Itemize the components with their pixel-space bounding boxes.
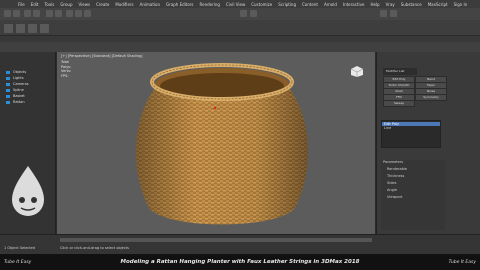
undo-icon[interactable] — [4, 10, 11, 17]
status-bar: 1 Object Selected Click or click-and-dra… — [0, 234, 480, 254]
scene-explorer: Objects Lights Cameras Spline Basket Rat… — [0, 52, 56, 234]
render-icon[interactable] — [390, 10, 397, 17]
channel-brand-right: Tube It Easy — [448, 259, 476, 265]
parameters-rollout: Parameters Renderable Thickness Sides An… — [381, 160, 445, 230]
link-icon[interactable] — [24, 10, 31, 17]
menu-item-content[interactable]: Content — [302, 2, 318, 7]
viewport-stats: Total Polys: Verts: FPS: — [61, 60, 72, 78]
scene-item[interactable]: Cameras — [6, 82, 58, 87]
rotate-icon[interactable] — [75, 10, 82, 17]
object-icon — [6, 83, 10, 86]
scene-item[interactable]: Basket — [6, 94, 58, 99]
menu-bar: File Edit Tools Group Views Create Modif… — [0, 0, 480, 8]
menu-item-modifiers[interactable]: Modifiers — [115, 2, 133, 7]
menu-item-animation[interactable]: Animation — [140, 2, 160, 7]
menu-item-views[interactable]: Views — [79, 2, 91, 7]
video-caption-bar: Tube It Easy Modeling a Rattan Hanging P… — [0, 254, 480, 270]
angle-snap-icon[interactable] — [250, 10, 257, 17]
scale-icon[interactable] — [84, 10, 91, 17]
menu-item-civil-view[interactable]: Civil View — [226, 2, 245, 7]
scene-item[interactable]: Lights — [6, 76, 58, 81]
main-toolbar — [0, 8, 480, 20]
modifier-stack[interactable]: Edit Poly Line — [381, 120, 441, 148]
sign-in-link[interactable]: Sign In — [454, 2, 468, 7]
command-panel: Modifier List Edit Poly Turbo Smooth She… — [376, 52, 480, 234]
menu-item-vray[interactable]: Vray — [386, 2, 395, 7]
menu-item-rendering[interactable]: Rendering — [200, 2, 220, 7]
freeform-icon[interactable] — [16, 24, 25, 33]
object-icon — [6, 77, 10, 80]
modifier-button[interactable]: Symmetry — [415, 94, 447, 101]
prompt-hint: Click or click-and-drag to select object… — [60, 246, 129, 250]
ribbon-panel — [0, 42, 480, 52]
selection-status: 1 Object Selected — [4, 246, 36, 250]
move-icon[interactable] — [66, 10, 73, 17]
unlink-icon[interactable] — [33, 10, 40, 17]
redo-icon[interactable] — [13, 10, 20, 17]
perspective-viewport[interactable]: [+] [Perspective] [Standard] [Default Sh… — [57, 52, 375, 234]
menu-item-help[interactable]: Help — [370, 2, 379, 7]
menu-item-arnold[interactable]: Arnold — [324, 2, 337, 7]
menu-item-maxscript[interactable]: MaxScript — [428, 2, 448, 7]
object-icon — [6, 95, 10, 98]
secondary-toolbar — [0, 20, 480, 36]
channel-brand-left: Tube It Easy — [4, 259, 32, 265]
scene-item[interactable]: Rattan — [6, 100, 58, 105]
viewcube-icon[interactable] — [349, 64, 365, 78]
object-icon — [6, 71, 10, 74]
scene-item[interactable]: Objects — [6, 70, 58, 75]
object-icon — [6, 101, 10, 104]
scene-item[interactable]: Spline — [6, 88, 58, 93]
rattan-basket[interactable] — [127, 58, 317, 234]
timeline-slider[interactable] — [60, 238, 372, 242]
menu-item-scripting[interactable]: Scripting — [278, 2, 296, 7]
menu-item-interactive[interactable]: Interactive — [343, 2, 365, 7]
snap-icon[interactable] — [240, 10, 247, 17]
menu-item-edit[interactable]: Edit — [31, 2, 39, 7]
select-by-name-icon[interactable] — [55, 10, 62, 17]
menu-item-tools[interactable]: Tools — [44, 2, 54, 7]
object-paint-icon[interactable] — [40, 24, 49, 33]
object-icon — [6, 89, 10, 92]
modifier-button[interactable]: Sweep — [383, 100, 415, 107]
stack-item[interactable]: Line — [382, 126, 440, 130]
modifier-list-dropdown[interactable]: Modifier List — [383, 68, 417, 75]
menu-item-graph-editors[interactable]: Graph Editors — [166, 2, 193, 7]
selection-icon[interactable] — [28, 24, 37, 33]
select-icon[interactable] — [46, 10, 53, 17]
graphite-tool-icon[interactable] — [4, 24, 13, 33]
menu-item-customize[interactable]: Customize — [251, 2, 272, 7]
drupal-logo-icon — [12, 166, 44, 216]
video-title: Modeling a Rattan Hanging Planter with F… — [120, 259, 360, 265]
render-setup-icon[interactable] — [380, 10, 387, 17]
menu-item-file[interactable]: File — [18, 2, 25, 7]
menu-item-substance[interactable]: Substance — [401, 2, 422, 7]
menu-item-create[interactable]: Create — [96, 2, 109, 7]
menu-item-group[interactable]: Group — [60, 2, 72, 7]
